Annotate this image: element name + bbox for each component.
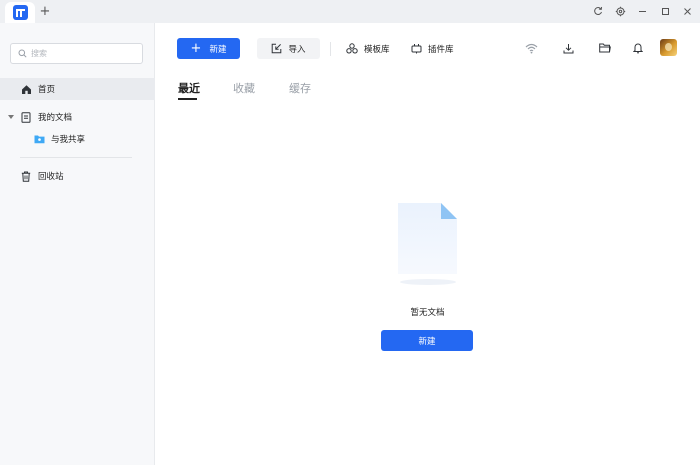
wifi-icon[interactable]	[523, 40, 539, 56]
sidebar-item-shared[interactable]: 与我共享	[0, 128, 155, 150]
tab-cache[interactable]: 缓存	[289, 80, 311, 96]
home-icon	[20, 83, 32, 95]
empty-state-new-label: 新建	[418, 336, 436, 347]
search-placeholder: 搜索	[31, 49, 47, 58]
minimize-icon[interactable]	[635, 4, 649, 18]
close-icon[interactable]	[680, 4, 694, 18]
sidebar-item-label: 与我共享	[51, 135, 86, 145]
tab-favorites[interactable]: 收藏	[233, 80, 255, 96]
caret-down-icon	[8, 114, 15, 120]
plugin-library-label: 插件库	[428, 44, 454, 55]
bell-icon[interactable]	[630, 40, 646, 56]
gear-icon[interactable]	[613, 4, 627, 18]
import-button[interactable]: 导入	[257, 38, 320, 59]
avatar[interactable]	[660, 39, 677, 56]
new-tab-plus-icon[interactable]: +	[38, 3, 52, 19]
document-icon	[20, 111, 32, 123]
sidebar-item-my-docs[interactable]: 我的文档	[0, 106, 155, 128]
trash-icon	[20, 170, 32, 182]
plugin-library-button[interactable]: 插件库	[411, 38, 454, 59]
empty-document-illustration	[398, 203, 457, 285]
sidebar-divider	[20, 157, 132, 158]
plugin-icon	[411, 44, 422, 54]
download-icon[interactable]	[560, 40, 576, 56]
search-icon	[18, 49, 27, 58]
app-logo-icon	[12, 5, 28, 20]
template-library-button[interactable]: 模板库	[346, 38, 390, 59]
new-button-label: 新建	[209, 44, 227, 55]
tab-recent[interactable]: 最近	[178, 80, 200, 96]
sidebar-item-label: 首页	[38, 85, 56, 95]
title-bar: +	[0, 0, 700, 23]
empty-state-message: 暂无文档	[410, 308, 445, 318]
sidebar-item-home[interactable]: 首页	[0, 78, 155, 100]
sidebar-item-label: 回收站	[38, 172, 64, 182]
template-library-label: 模板库	[364, 44, 390, 55]
empty-state-new-button[interactable]: 新建	[381, 330, 473, 351]
toolbar-divider	[330, 42, 331, 56]
shared-folder-icon	[33, 133, 45, 145]
app-tab[interactable]	[5, 2, 35, 23]
plus-icon: +	[190, 41, 202, 56]
import-button-label: 导入	[288, 44, 306, 55]
template-icon	[346, 43, 358, 54]
new-button[interactable]: + 新建	[177, 38, 240, 59]
sidebar-item-trash[interactable]: 回收站	[0, 165, 155, 187]
maximize-icon[interactable]	[658, 4, 672, 18]
search-input[interactable]: 搜索	[10, 43, 143, 64]
sidebar-item-label: 我的文档	[38, 113, 73, 123]
sidebar: 搜索 首页 我的文档 与我共享 回收站	[0, 23, 155, 465]
active-tab-indicator	[178, 98, 197, 100]
folder-icon[interactable]	[597, 40, 613, 56]
import-icon	[272, 43, 282, 54]
sync-icon[interactable]	[591, 4, 605, 18]
